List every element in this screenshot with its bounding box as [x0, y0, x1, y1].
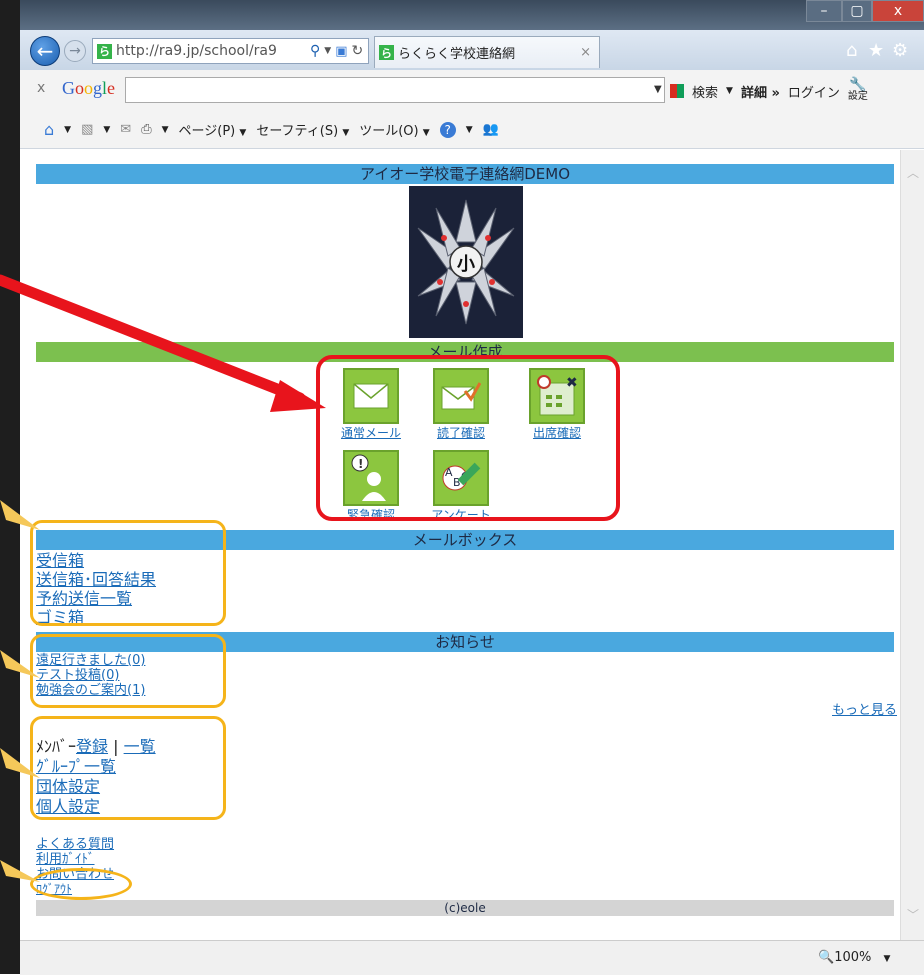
safety-menu-label: セーフティ(S) — [256, 124, 339, 139]
home-small-icon[interactable]: ⌂ — [44, 120, 54, 139]
tools-menu-label: ツール(O) — [359, 124, 419, 139]
tab-favicon-icon: ら — [379, 45, 394, 60]
home-icon[interactable]: ⌂ — [846, 40, 857, 61]
feeds-dropdown-icon[interactable]: ▼ — [103, 125, 110, 135]
zoom-dropdown-icon[interactable]: ▼ — [884, 954, 891, 964]
zoom-icon: 🔍 — [818, 950, 835, 965]
more-link[interactable]: もっと見る — [832, 699, 897, 718]
scroll-down-icon[interactable]: ﹀ — [907, 906, 919, 923]
google-toolbar-items: 検索 ▼ 詳細 » ログイン 🔧 設定 — [670, 77, 868, 102]
address-input[interactable]: ら http://ra9.jp/school/ra9 ⚲ ▼ ▣ ↻ — [92, 38, 369, 64]
mail-icon[interactable]: ✉ — [120, 122, 131, 137]
compat-view-icon[interactable]: ▣ — [335, 44, 347, 59]
url-text: http://ra9.jp/school/ra9 — [116, 43, 277, 59]
help-icon[interactable]: ? — [439, 121, 456, 138]
page-menu-label: ページ(P) — [178, 124, 236, 139]
login-button[interactable]: ログイン — [788, 82, 840, 101]
safety-menu[interactable]: セーフティ(S) ▼ — [256, 120, 349, 139]
gear-icon[interactable]: ⚙ — [892, 40, 908, 61]
search-icon[interactable]: ⚲ — [310, 43, 320, 59]
home-dropdown-icon[interactable]: ▼ — [64, 125, 71, 135]
close-window-button[interactable]: x — [872, 0, 924, 22]
toolbar-close-icon[interactable]: x — [37, 80, 45, 96]
search-dropdown-icon[interactable]: ▼ — [654, 84, 662, 95]
browser-tab[interactable]: ら らくらく学校連絡網 × — [374, 36, 600, 68]
print-icon[interactable]: ⎙ — [141, 122, 151, 137]
search-colors-icon — [670, 84, 684, 98]
google-search-input[interactable] — [125, 77, 665, 103]
status-bar — [20, 940, 924, 975]
search-button-dropdown-icon[interactable]: ▼ — [726, 86, 733, 96]
maximize-button[interactable]: ▢ — [842, 0, 872, 22]
orange-highlight-members — [30, 716, 226, 820]
favorites-star-icon[interactable]: ★ — [868, 40, 884, 61]
back-button[interactable]: ← — [30, 36, 60, 66]
help-dropdown-icon[interactable]: ▼ — [466, 125, 473, 135]
tab-close-icon[interactable]: × — [580, 45, 591, 60]
dropdown-arrow-icon[interactable]: ▼ — [324, 46, 331, 56]
tools-menu[interactable]: ツール(O) ▼ — [359, 120, 429, 139]
orange-highlight-notices — [30, 634, 226, 708]
forward-button[interactable]: → — [64, 40, 86, 62]
google-logo: Google — [62, 78, 116, 98]
orange-highlight-logout — [30, 868, 132, 900]
command-bar-items: ⌂ ▼ ▧ ▼ ✉ ⎙ ▼ ページ(P) ▼ セーフティ(S) ▼ ツール(O) ▼ … — [44, 120, 499, 139]
more-button[interactable]: 詳細 » — [741, 82, 780, 101]
school-title-header: アイオー学校電子連絡網DEMO — [36, 164, 894, 184]
refresh-icon[interactable]: ↻ — [351, 43, 363, 59]
settings-button[interactable]: 🔧 設定 — [847, 77, 868, 102]
feeds-icon[interactable]: ▧ — [81, 122, 93, 137]
zoom-control[interactable]: 🔍100% ▼ — [818, 950, 890, 965]
orange-highlight-mailbox — [30, 520, 226, 626]
scroll-up-icon[interactable]: ︿ — [907, 164, 919, 181]
faq-link[interactable]: よくある質問 — [36, 837, 114, 852]
copyright-footer: (c)eole — [36, 900, 894, 916]
logo-character: 小 — [457, 254, 475, 275]
orange-pointer-annotations — [0, 500, 40, 882]
red-arrow-annotation — [0, 274, 326, 412]
site-favicon-icon: ら — [97, 43, 112, 59]
school-logo-image: 小 — [409, 186, 523, 338]
guide-link[interactable]: 利用ｶﾞｲﾄﾞ — [36, 852, 95, 867]
minimize-button[interactable]: – — [806, 0, 842, 22]
people-icon[interactable]: 👥 — [483, 122, 499, 137]
window-title-bar — [20, 0, 924, 30]
google-search-button[interactable]: 検索 — [692, 82, 718, 101]
tab-title: らくらく学校連絡網 — [398, 47, 516, 62]
settings-label: 設定 — [847, 91, 868, 102]
page-menu[interactable]: ページ(P) ▼ — [179, 120, 247, 139]
vertical-scrollbar[interactable]: ︿ ﹀ — [900, 150, 924, 940]
red-highlight-box — [316, 355, 620, 521]
print-dropdown-icon[interactable]: ▼ — [162, 125, 169, 135]
zoom-level: 100% — [834, 950, 872, 965]
wrench-icon: 🔧 — [849, 77, 867, 93]
